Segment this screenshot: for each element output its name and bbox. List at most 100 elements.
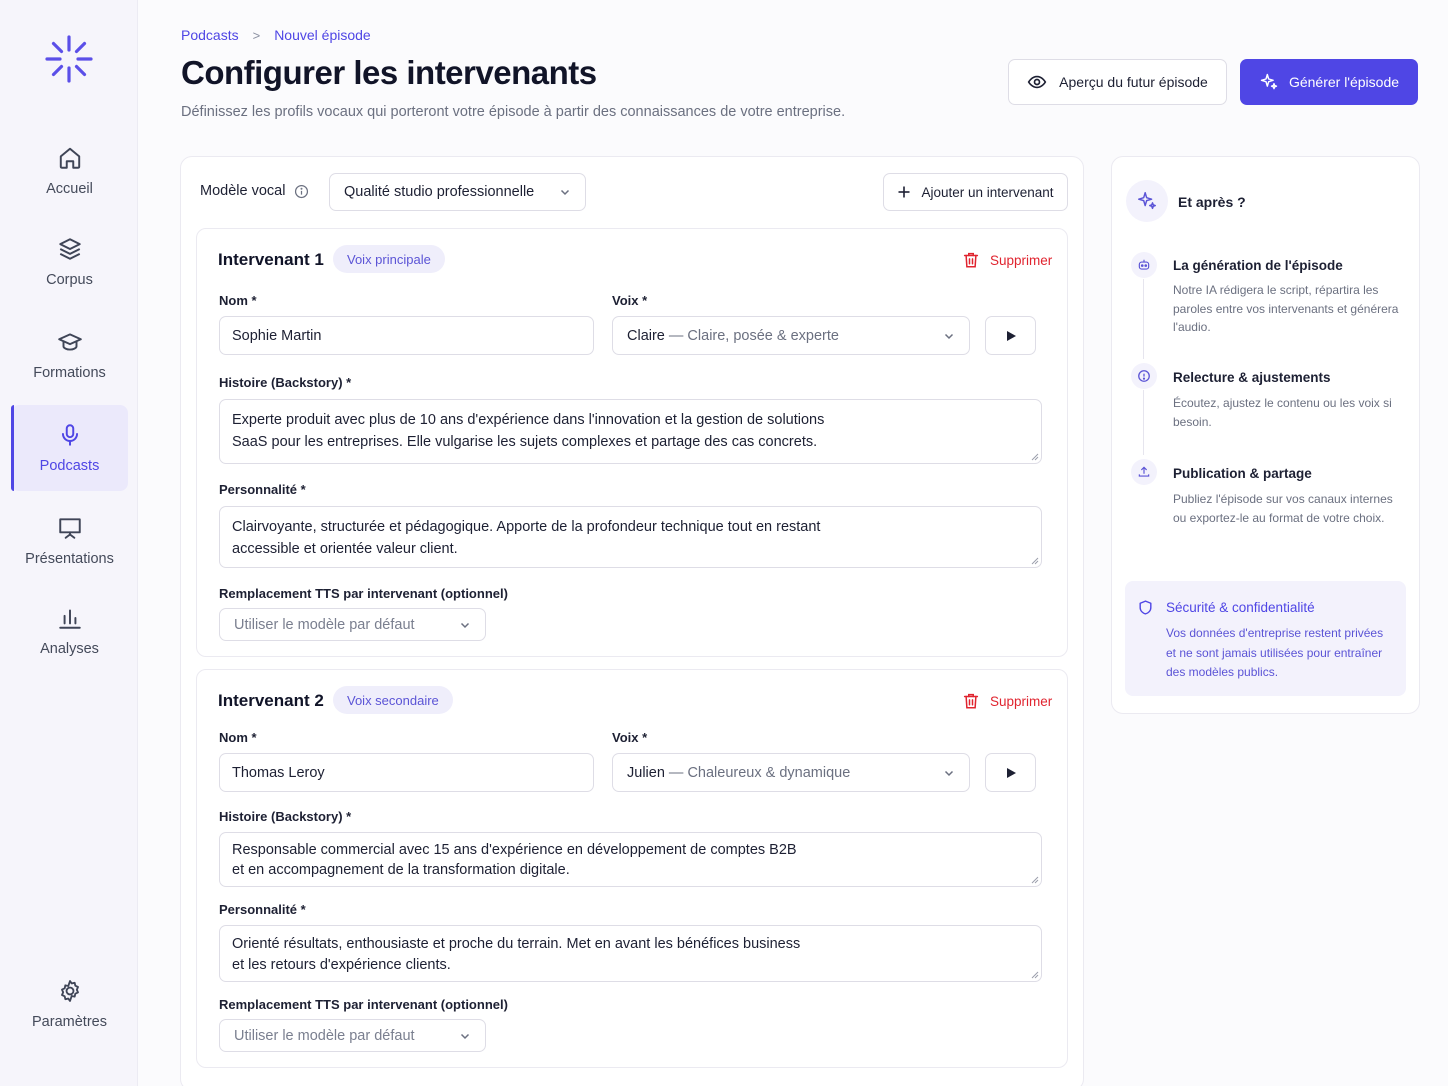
microphone-icon	[61, 424, 78, 446]
sidebar-item-parametres[interactable]: Paramètres	[11, 961, 128, 1047]
breadcrumb-link-podcasts[interactable]: Podcasts	[181, 27, 239, 43]
backstory-line: Experte produit avec plus de 10 ans d'ex…	[232, 412, 825, 428]
add-speaker-button[interactable]: Ajouter un intervenant	[883, 173, 1068, 211]
chevron-down-icon	[944, 333, 954, 339]
name-input-value: Sophie Martin	[232, 327, 322, 344]
page-subtitle: Définissez les profils vocaux qui porter…	[181, 104, 846, 120]
voice-select[interactable]: Claire — Claire, posée & experte	[612, 316, 970, 355]
backstory-line: SaaS pour les entreprises. Elle vulgaris…	[232, 434, 818, 450]
resize-handle-icon[interactable]	[1031, 876, 1039, 884]
info-circle-icon	[1138, 370, 1150, 382]
tts-override-label: Remplacement TTS par intervenant (option…	[219, 997, 508, 1012]
chevron-down-icon	[460, 622, 470, 628]
name-input[interactable]: Sophie Martin	[219, 316, 594, 355]
presentation-icon	[58, 518, 81, 539]
name-field-label: Nom *	[219, 293, 257, 308]
personality-field-label: Personnalité *	[219, 482, 306, 497]
sparkles-icon	[1260, 73, 1278, 90]
breadcrumb-current[interactable]: Nouvel épisode	[274, 27, 371, 43]
sidebar-item-label: Podcasts	[39, 458, 100, 474]
backstory-line: Responsable commercial avec 15 ans d'exp…	[232, 842, 797, 858]
preview-episode-button[interactable]: Aperçu du futur épisode	[1008, 59, 1227, 105]
voice-field-label: Voix *	[612, 293, 648, 308]
sidebar-item-accueil[interactable]: Accueil	[11, 128, 128, 214]
personality-textarea[interactable]: Orienté résultats, enthousiaste et proch…	[219, 925, 1042, 982]
voice-model-label-text: Modèle vocal	[200, 183, 286, 199]
sidebar-item-label: Accueil	[46, 181, 93, 197]
step-connector	[1143, 279, 1144, 359]
trash-icon	[963, 252, 979, 268]
info-icon[interactable]	[294, 184, 309, 199]
trash-icon	[963, 693, 979, 709]
personality-line: accessible et orientée valeur client.	[232, 541, 458, 557]
tts-override-label: Remplacement TTS par intervenant (option…	[219, 586, 508, 601]
resize-handle-icon[interactable]	[1031, 557, 1039, 565]
sidebar-item-presentations[interactable]: Présentations	[11, 498, 128, 584]
backstory-textarea[interactable]: Responsable commercial avec 15 ans d'exp…	[219, 832, 1042, 887]
voice-name: Claire	[627, 327, 665, 344]
preview-button-label: Aperçu du futur épisode	[1059, 74, 1208, 90]
backstory-textarea[interactable]: Experte produit avec plus de 10 ans d'ex…	[219, 399, 1042, 464]
voice-select[interactable]: Julien — Chaleureux & dynamique	[612, 753, 970, 792]
step-connector	[1143, 390, 1144, 455]
play-voice-button[interactable]	[985, 316, 1036, 355]
bar-chart-icon	[58, 609, 81, 629]
sidebar-item-label: Formations	[33, 365, 106, 381]
share-icon	[1138, 466, 1150, 477]
backstory-line: et en accompagnement de la transformatio…	[232, 862, 570, 878]
sidebar: Accueil Corpus Formations Podcasts Prése…	[0, 0, 138, 1086]
app-logo-icon[interactable]	[44, 34, 94, 84]
voice-model-select[interactable]: Qualité studio professionnelle	[329, 173, 586, 211]
speaker-title: Intervenant 1	[218, 250, 324, 269]
sidebar-item-corpus[interactable]: Corpus	[11, 219, 128, 305]
voice-model-label: Modèle vocal	[200, 183, 309, 199]
tts-override-value: Utiliser le modèle par défaut	[234, 1027, 415, 1044]
play-icon	[1006, 330, 1016, 341]
resize-handle-icon[interactable]	[1031, 971, 1039, 979]
resize-handle-icon[interactable]	[1031, 453, 1039, 461]
breadcrumb: Podcasts > Nouvel épisode	[181, 27, 371, 43]
speaker-title: Intervenant 2	[218, 691, 324, 710]
play-voice-button[interactable]	[985, 753, 1036, 792]
next-steps-heading: Et après ?	[1178, 194, 1246, 210]
plus-icon	[898, 186, 910, 198]
graduation-cap-icon	[57, 333, 82, 351]
sidebar-item-podcasts[interactable]: Podcasts	[11, 405, 128, 491]
sidebar-item-label: Analyses	[40, 641, 99, 657]
sparkles-badge	[1126, 180, 1168, 222]
eye-icon	[1027, 75, 1047, 89]
delete-speaker-button[interactable]: Supprimer	[962, 251, 1052, 269]
sidebar-item-analyses[interactable]: Analyses	[11, 588, 128, 674]
sidebar-item-label: Présentations	[25, 551, 114, 567]
tts-override-value: Utiliser le modèle par défaut	[234, 616, 415, 633]
step-description: Écoutez, ajustez le contenu ou les voix …	[1173, 396, 1392, 429]
step-title: La génération de l'épisode	[1173, 258, 1343, 273]
chevron-down-icon	[560, 189, 570, 196]
step-description: Notre IA rédigera le script, répartira l…	[1173, 283, 1399, 334]
step-description: Publiez l'épisode sur vos canaux interne…	[1173, 492, 1393, 525]
step-title: Publication & partage	[1173, 466, 1312, 481]
voice-name: Julien	[627, 764, 665, 781]
tts-override-select[interactable]: Utiliser le modèle par défaut	[219, 608, 486, 641]
sidebar-item-label: Paramètres	[32, 1014, 107, 1030]
home-icon	[59, 147, 80, 169]
sidebar-item-formations[interactable]: Formations	[11, 312, 128, 398]
voice-description: — Chaleureux & dynamique	[668, 764, 851, 781]
generate-episode-button[interactable]: Générer l'épisode	[1240, 59, 1418, 105]
generate-button-label: Générer l'épisode	[1288, 74, 1400, 90]
name-field-label: Nom *	[219, 730, 257, 745]
name-input[interactable]: Thomas Leroy	[219, 753, 594, 792]
voice-role-badge: Voix principale	[333, 245, 445, 273]
voice-field-label: Voix *	[612, 730, 648, 745]
delete-speaker-button[interactable]: Supprimer	[962, 692, 1052, 710]
delete-label: Supprimer	[990, 252, 1053, 268]
step-icon-wrap	[1131, 459, 1157, 485]
step-title: Relecture & ajustements	[1173, 370, 1331, 385]
page-title: Configurer les intervenants	[181, 54, 597, 91]
tts-override-select[interactable]: Utiliser le modèle par défaut	[219, 1019, 486, 1052]
personality-textarea[interactable]: Clairvoyante, structurée et pédagogique.…	[219, 506, 1042, 568]
name-input-value: Thomas Leroy	[232, 764, 325, 781]
shield-icon	[1139, 600, 1152, 615]
voice-description: — Claire, posée & experte	[668, 327, 839, 344]
play-icon	[1006, 767, 1016, 778]
